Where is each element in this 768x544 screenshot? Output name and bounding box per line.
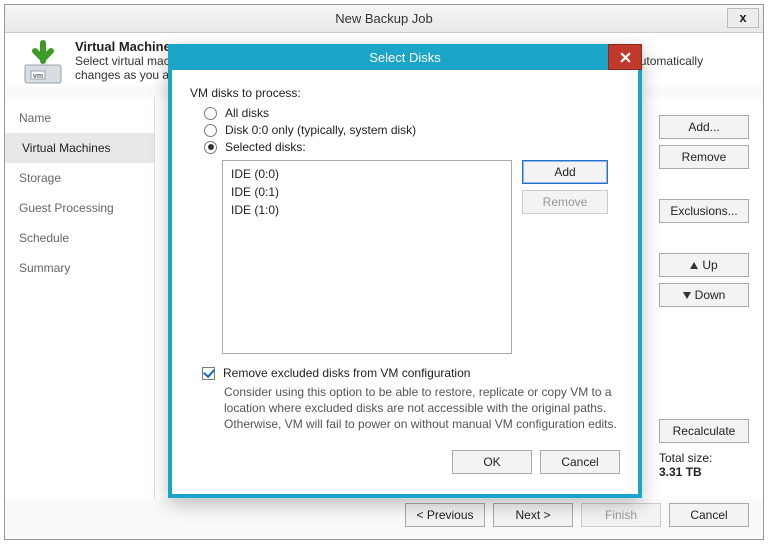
wizard-side-button-column: Add... Remove Exclusions... Up Down Reca… [659,115,749,443]
sidebar-step-guest-processing[interactable]: Guest Processing [5,193,154,223]
vm-icon: vm [19,39,67,87]
dialog-titlebar: Select Disks [168,44,642,70]
remove-disk-button: Remove [522,190,608,214]
radio-icon [204,124,217,137]
arrow-up-icon [690,262,698,269]
sidebar-step-virtual-machines[interactable]: Virtual Machines [5,133,154,163]
wizard-sidebar: Name Virtual Machines Storage Guest Proc… [5,97,155,499]
wizard-title: New Backup Job [5,11,763,26]
add-vm-button[interactable]: Add... [659,115,749,139]
dialog-title: Select Disks [168,50,642,65]
disk-item[interactable]: IDE (0:0) [231,165,503,183]
move-down-label: Down [695,288,726,302]
remove-vm-button[interactable]: Remove [659,145,749,169]
radio-selected-disks[interactable]: Selected disks: [204,140,620,154]
radio-icon [204,107,217,120]
add-disk-button[interactable]: Add [522,160,608,184]
ok-button[interactable]: OK [452,450,532,474]
wizard-titlebar: New Backup Job x [5,5,763,33]
recalculate-button[interactable]: Recalculate [659,419,749,443]
total-size-label: Total size: [659,451,749,465]
total-size-block: Total size: 3.31 TB [659,451,749,479]
move-up-button[interactable]: Up [659,253,749,277]
radio-disk0-label: Disk 0:0 only (typically, system disk) [225,123,416,137]
disk-item[interactable]: IDE (0:1) [231,183,503,201]
dialog-close-button[interactable] [608,44,642,70]
radio-icon [204,141,217,154]
next-button[interactable]: Next > [493,503,573,527]
sidebar-step-storage[interactable]: Storage [5,163,154,193]
selected-disks-list[interactable]: IDE (0:0) IDE (0:1) IDE (1:0) [222,160,512,354]
wizard-footer: < Previous Next > Finish Cancel [5,503,763,533]
checkbox-icon [202,367,215,380]
remove-excluded-checkbox-row[interactable]: Remove excluded disks from VM configurat… [202,366,620,380]
previous-button[interactable]: < Previous [405,503,485,527]
disk-item[interactable]: IDE (1:0) [231,201,503,219]
total-size-value: 3.31 TB [659,465,749,479]
wizard-close-button[interactable]: x [727,8,759,28]
radio-all-disks-label: All disks [225,106,269,120]
exclusions-button[interactable]: Exclusions... [659,199,749,223]
radio-disk0-only[interactable]: Disk 0:0 only (typically, system disk) [204,123,620,137]
dialog-footer: OK Cancel [172,450,638,474]
wizard-cancel-button[interactable]: Cancel [669,503,749,527]
select-disks-dialog: Select Disks VM disks to process: All di… [168,44,642,498]
move-down-button[interactable]: Down [659,283,749,307]
close-icon [620,52,631,63]
sidebar-step-name[interactable]: Name [5,103,154,133]
vm-disks-label: VM disks to process: [190,86,620,100]
remove-excluded-label: Remove excluded disks from VM configurat… [223,366,470,380]
finish-button: Finish [581,503,661,527]
arrow-down-icon [683,292,691,299]
svg-text:vm: vm [33,73,43,80]
move-up-label: Up [702,258,717,272]
sidebar-step-schedule[interactable]: Schedule [5,223,154,253]
radio-selected-label: Selected disks: [225,140,306,154]
sidebar-step-summary[interactable]: Summary [5,253,154,283]
dialog-cancel-button[interactable]: Cancel [540,450,620,474]
helper-text: Consider using this option to be able to… [224,384,620,432]
radio-all-disks[interactable]: All disks [204,106,620,120]
